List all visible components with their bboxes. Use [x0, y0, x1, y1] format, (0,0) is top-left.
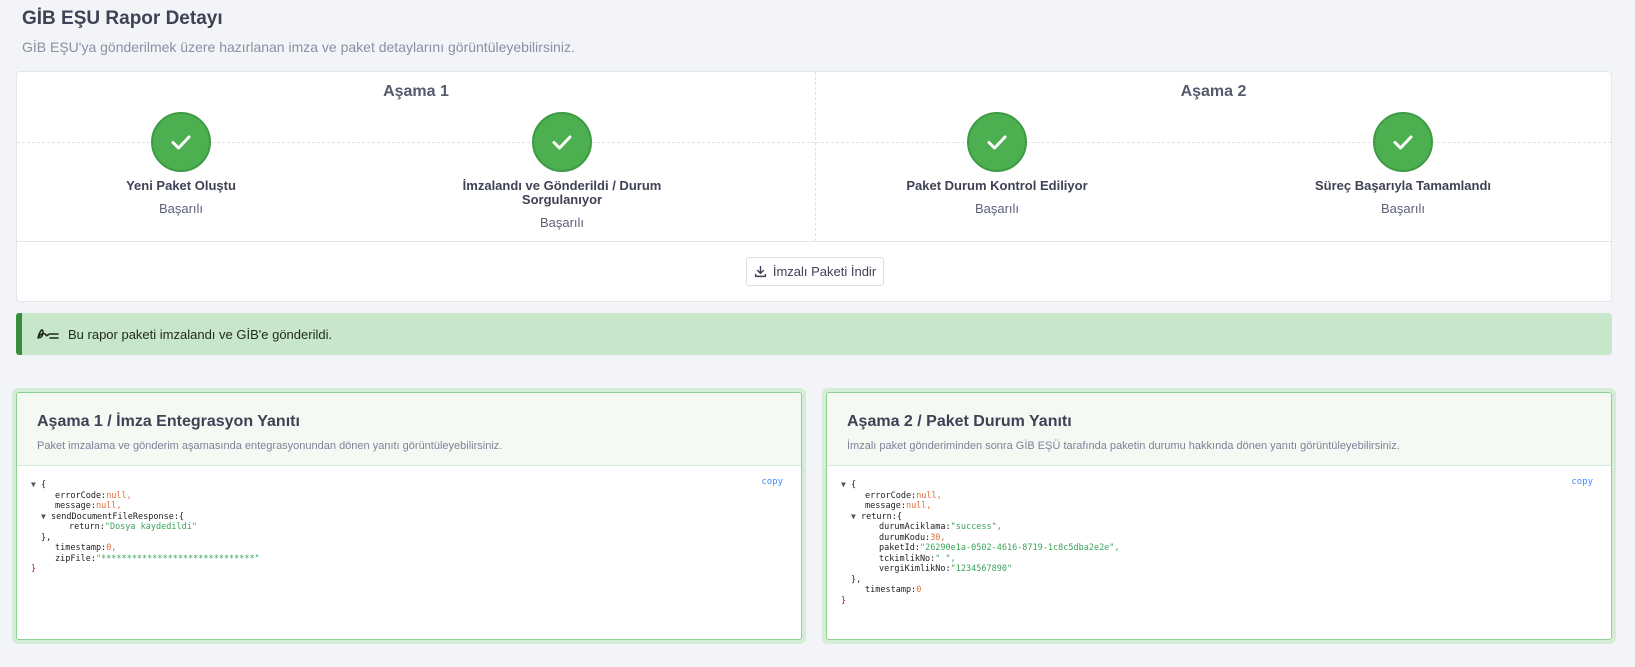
step-status: Başarılı — [539, 215, 585, 230]
step-status: Başarılı — [158, 201, 204, 216]
page-title: GİB EŞU Rapor Detayı — [22, 8, 223, 29]
download-button-label: İmzalı Paketi İndir — [772, 264, 877, 279]
panel-header: Aşama 1 / İmza Entegrasyon Yanıtı Paket … — [17, 393, 801, 466]
stepper-footer: İmzalı Paketi İndir — [17, 241, 1611, 301]
collapse-toggle-icon[interactable]: ▼ — [851, 512, 861, 523]
page-header: GİB EŞU Rapor Detayı GİB EŞU'ya gönderil… — [22, 8, 575, 55]
panel-description: İmzalı paket gönderiminden sonra GİB EŞÜ… — [847, 440, 1400, 452]
copy-json-button[interactable]: copy — [1571, 477, 1593, 487]
json-viewer: ▼{ errorCode: null, message: null, ▼ sendDo… — [31, 480, 260, 574]
panel-body: Aşama 1 / İmza Entegrasyon Yanıtı Paket … — [16, 392, 802, 640]
step-package-check: Paket Durum Kontrol Ediliyor Başarılı — [887, 112, 1107, 216]
download-signed-package-button[interactable]: İmzalı Paketi İndir — [746, 257, 884, 286]
stage-title: Aşama 1 — [383, 83, 449, 100]
check-icon — [532, 112, 592, 172]
panel-title: Aşama 2 / Paket Durum Yanıtı — [847, 413, 1072, 430]
signature-integration-response-panel: Aşama 1 / İmza Entegrasyon Yanıtı Paket … — [12, 388, 806, 644]
step-status: Başarılı — [974, 201, 1020, 216]
collapse-toggle-icon[interactable]: ▼ — [841, 480, 851, 491]
step-process-completed: Süreç Başarıyla Tamamlandı Başarılı — [1293, 112, 1513, 216]
panel-header: Aşama 2 / Paket Durum Yanıtı İmzalı pake… — [827, 393, 1611, 466]
download-icon — [754, 265, 766, 278]
step-signed-sent: İmzalandı ve Gönderildi / Durum Sorgulan… — [462, 112, 662, 230]
check-icon — [1373, 112, 1433, 172]
progress-stepper: Aşama 1 Yeni Paket Oluştu Başarılı İmzal… — [16, 71, 1612, 302]
panel-title: Aşama 1 / İmza Entegrasyon Yanıtı — [37, 413, 300, 430]
package-status-response-panel: Aşama 2 / Paket Durum Yanıtı İmzalı pake… — [822, 388, 1616, 644]
step-label: Yeni Paket Oluştu — [126, 178, 236, 193]
copy-json-button[interactable]: copy — [761, 477, 783, 487]
page-subtitle: GİB EŞU'ya gönderilmek üzere hazırlanan … — [22, 39, 575, 55]
panel-description: Paket imzalama ve gönderim aşamasında en… — [37, 440, 503, 452]
collapse-toggle-icon[interactable]: ▼ — [41, 512, 51, 523]
step-label: Paket Durum Kontrol Ediliyor — [906, 178, 1088, 193]
step-new-package: Yeni Paket Oluştu Başarılı — [71, 112, 291, 216]
check-icon — [151, 112, 211, 172]
step-label: İmzalandı ve Gönderildi / Durum Sorgulan… — [462, 178, 662, 207]
step-status: Başarılı — [1380, 201, 1426, 216]
success-alert: Bu rapor paketi imzalandı ve GİB'e gönde… — [16, 313, 1612, 355]
json-viewer: ▼{ errorCode: null, message: null, ▼ return… — [841, 480, 1120, 606]
stage-1: Aşama 1 Yeni Paket Oluştu Başarılı İmzal… — [17, 72, 815, 241]
step-label: Süreç Başarıyla Tamamlandı — [1314, 178, 1492, 193]
panel-body: Aşama 2 / Paket Durum Yanıtı İmzalı pake… — [826, 392, 1612, 640]
collapse-toggle-icon[interactable]: ▼ — [31, 480, 41, 491]
stage-2: Aşama 2 Paket Durum Kontrol Ediliyor Baş… — [815, 72, 1611, 241]
check-icon — [967, 112, 1027, 172]
signature-icon — [37, 329, 59, 339]
alert-text: Bu rapor paketi imzalandı ve GİB'e gönde… — [68, 326, 333, 342]
stage-title: Aşama 2 — [1180, 83, 1247, 100]
